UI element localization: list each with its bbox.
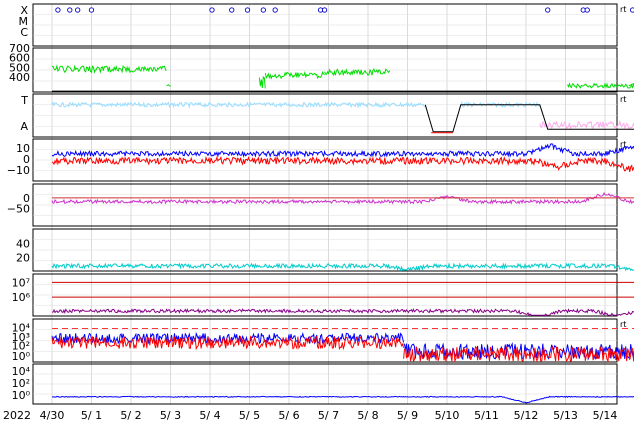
x-tick-label: 5/12 bbox=[514, 409, 539, 422]
flare-marker bbox=[260, 7, 266, 13]
y-tick-label: 10⁷ bbox=[12, 276, 30, 289]
y-tick-label: 40 bbox=[16, 238, 30, 251]
x-tick-label: 5/ 8 bbox=[357, 409, 378, 422]
flare-marker bbox=[630, 7, 634, 13]
series-temperature-density-2 bbox=[424, 104, 634, 133]
flare-marker bbox=[209, 7, 215, 13]
y-label: C bbox=[20, 26, 28, 39]
series-temperature-density-1 bbox=[539, 119, 634, 130]
series-magnetic-field-0 bbox=[51, 143, 634, 158]
y-label: A bbox=[20, 120, 28, 133]
y-tick-label: −10 bbox=[7, 164, 30, 177]
x-tick-label: 5/ 4 bbox=[199, 409, 220, 422]
y-tick-label: 10⁶ bbox=[12, 291, 31, 304]
flare-marker bbox=[55, 7, 61, 13]
x-tick-label: 5/13 bbox=[553, 409, 578, 422]
x-tick-label: 5/ 1 bbox=[81, 409, 102, 422]
x-tick-label: 5/ 5 bbox=[239, 409, 260, 422]
series-kp-index-0 bbox=[51, 262, 634, 273]
x-tick-label: 5/ 7 bbox=[318, 409, 339, 422]
series-neutron-0 bbox=[51, 395, 634, 404]
x-tick-label: 5/ 6 bbox=[278, 409, 299, 422]
y-tick-label: 20 bbox=[16, 252, 30, 265]
flare-marker bbox=[229, 7, 235, 13]
x-tick-label: 5/ 3 bbox=[160, 409, 181, 422]
y-tick-label: −50 bbox=[7, 202, 30, 215]
corner-label: rt bbox=[620, 320, 626, 329]
corner-label: rt bbox=[620, 140, 626, 149]
series-proton-flux-0 bbox=[51, 307, 634, 317]
flare-marker bbox=[244, 7, 251, 13]
year-label: 2022 bbox=[3, 409, 31, 422]
y-tick-label: 10⁰ bbox=[12, 350, 31, 363]
flare-marker bbox=[545, 7, 551, 13]
flare-marker bbox=[321, 7, 328, 13]
series-magnetic-field-1 bbox=[51, 155, 634, 173]
y-tick-label: 10⁰ bbox=[12, 389, 31, 402]
space-weather-chart: 4/30 5/ 1 5/ 2 5/ 3 5/ 4 5/ 5 5/ 6 5/ 7 5/ 8 5/ 9… bbox=[3, 3, 634, 422]
corner-label: rt bbox=[620, 95, 626, 104]
y-label: T bbox=[20, 94, 28, 107]
x-tick-label: 5/ 9 bbox=[397, 409, 418, 422]
flare-marker bbox=[75, 7, 81, 13]
corner-label: rt bbox=[620, 5, 626, 14]
x-tick-label: 5/10 bbox=[435, 409, 460, 422]
x-tick-label: 4/30 bbox=[40, 409, 65, 422]
x-tick-label: 5/11 bbox=[474, 409, 499, 422]
flare-marker bbox=[67, 7, 73, 13]
series-wind-speed-0 bbox=[51, 64, 634, 89]
x-tick-label: 5/14 bbox=[593, 409, 618, 422]
flare-marker bbox=[584, 7, 590, 13]
flare-marker bbox=[272, 7, 278, 13]
y-tick-label: 400 bbox=[9, 71, 30, 84]
flare-marker bbox=[88, 7, 95, 13]
x-tick-label: 5/ 2 bbox=[120, 409, 141, 422]
